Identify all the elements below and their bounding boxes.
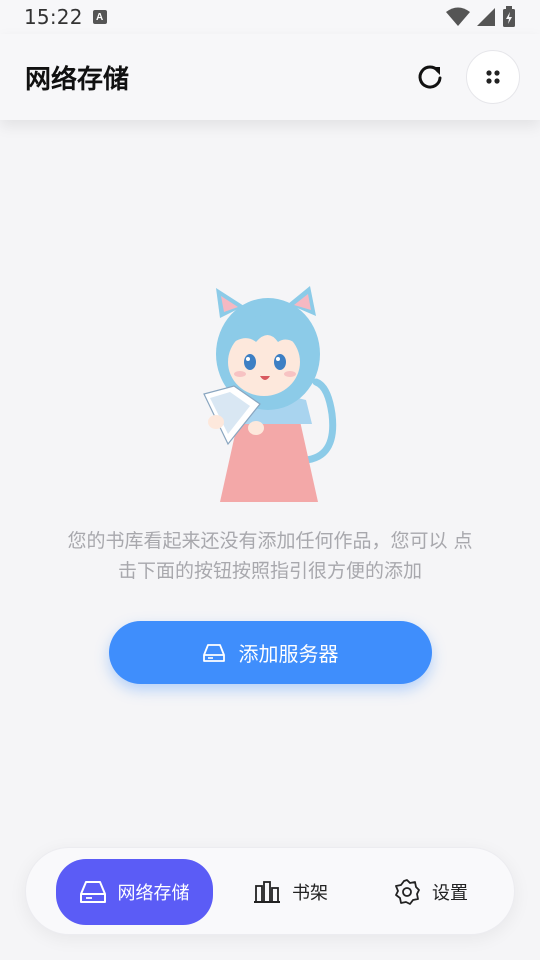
refresh-button[interactable] <box>408 55 452 99</box>
gear-icon <box>395 879 420 905</box>
wifi-icon <box>446 7 470 26</box>
add-server-button[interactable]: 添加服务器 <box>109 621 432 684</box>
status-bar: 15:22 A <box>0 0 540 34</box>
notification-a-icon: A <box>92 10 107 24</box>
tab-bookshelf[interactable]: 书架 <box>241 859 341 925</box>
tab-network-storage[interactable]: 网络存储 <box>56 859 213 925</box>
tab-settings-label: 设置 <box>432 883 468 904</box>
status-left: 15:22 A <box>24 5 107 29</box>
bookshelf-icon <box>254 881 280 903</box>
status-time: 15:22 <box>24 5 83 29</box>
four-dots-icon <box>486 70 500 84</box>
empty-state-illustration <box>203 286 337 502</box>
server-drive-icon <box>202 643 225 662</box>
more-menu-button[interactable] <box>466 50 520 104</box>
server-drive-icon <box>79 881 106 903</box>
bottom-nav: 网络存储 书架 设置 <box>25 847 515 935</box>
empty-state-message: 您的书库看起来还没有添加任何作品，您可以 点击下面的按钮按照指引很方便的添加 <box>67 530 473 582</box>
cell-signal-icon <box>477 8 495 26</box>
page-title: 网络存储 <box>25 64 130 95</box>
refresh-icon <box>418 65 442 89</box>
status-right <box>446 6 516 28</box>
tab-network-storage-label: 网络存储 <box>117 883 190 904</box>
app-bar: 网络存储 <box>0 34 540 120</box>
add-server-label: 添加服务器 <box>238 642 339 666</box>
tab-bookshelf-label: 书架 <box>292 883 328 904</box>
tab-settings[interactable]: 设置 <box>376 859 486 925</box>
battery-icon <box>503 6 515 27</box>
